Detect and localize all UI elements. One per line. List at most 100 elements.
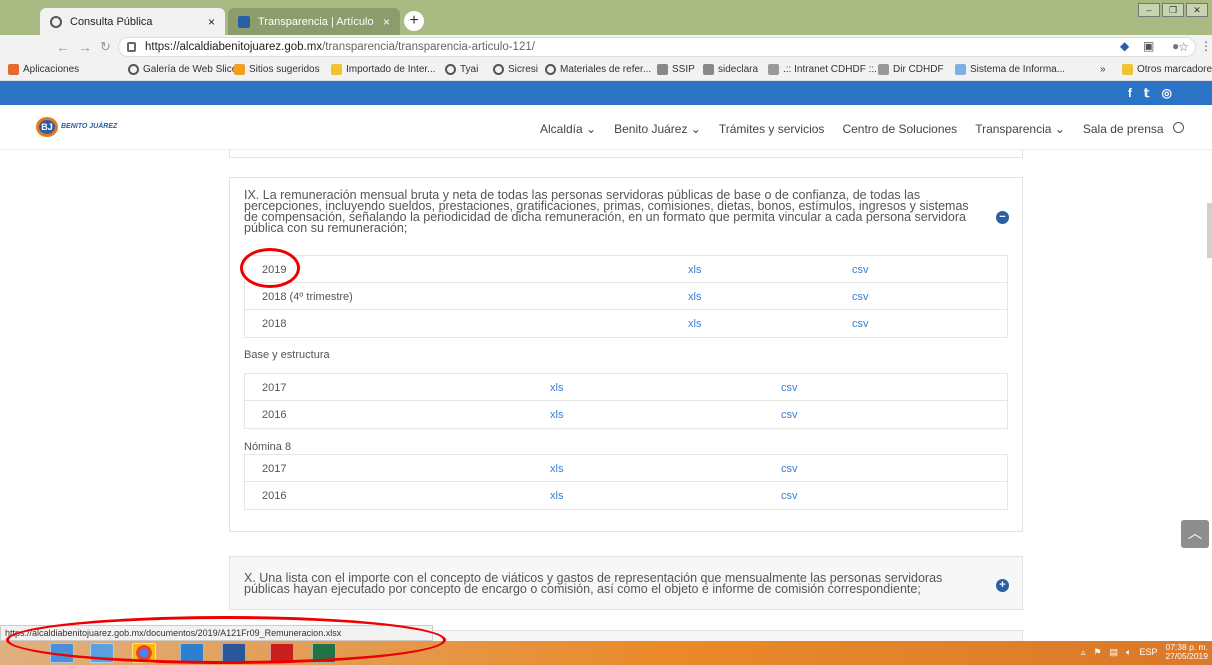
clock[interactable]: 07:38 p. m. 27/05/2019	[1165, 643, 1208, 661]
search-icon[interactable]	[1173, 122, 1184, 133]
bookmark-item[interactable]: SSIP	[657, 64, 695, 75]
maximize-button[interactable]: ❐	[1162, 3, 1184, 17]
section-ix-panel: IX. La remuneración mensual bruta y neta…	[229, 177, 1023, 532]
row-label: 2018	[262, 318, 287, 330]
xls-link[interactable]: xls	[688, 318, 701, 330]
table-row: 2019 xls csv	[245, 256, 1007, 283]
url-text[interactable]: https://alcaldiabenitojuarez.gob.mx/tran…	[145, 41, 535, 53]
close-window-button[interactable]: ✕	[1186, 3, 1208, 17]
csv-link[interactable]: csv	[781, 490, 798, 502]
table-row: 2018 xls csv	[245, 310, 1007, 337]
address-bar[interactable]: https://alcaldiabenitojuarez.gob.mx/tran…	[118, 37, 1196, 57]
csv-link[interactable]: csv	[781, 463, 798, 475]
scroll-to-top-button[interactable]: ︿	[1181, 520, 1209, 548]
menu-alcaldia[interactable]: Alcaldía ⌄	[540, 122, 596, 136]
bookmark-item[interactable]: Sicresi	[493, 64, 538, 75]
profile-icon[interactable]: ●	[1172, 39, 1179, 53]
main-menu: Alcaldía ⌄ Benito Juárez ⌄ Trámites y se…	[540, 122, 1164, 136]
language-indicator[interactable]: ESP	[1139, 647, 1157, 657]
csv-link[interactable]: csv	[781, 382, 798, 394]
menu-centro-soluciones[interactable]: Centro de Soluciones	[842, 122, 957, 136]
window-controls: – ❐ ✕	[1138, 3, 1208, 17]
csv-link[interactable]: csv	[852, 291, 869, 303]
extension-icon[interactable]: ▣	[1143, 39, 1154, 53]
xls-link[interactable]: xls	[688, 264, 701, 276]
star-icon[interactable]: ☆	[1178, 40, 1189, 54]
site-logo[interactable]: BJ BENITO JUÁREZ	[36, 117, 117, 137]
bookmark-icon	[234, 64, 245, 75]
tab-transparencia[interactable]: Transparencia | Artículo 121 | Alc ×	[228, 8, 400, 35]
close-tab-icon[interactable]: ×	[208, 15, 215, 29]
row-label: 2018 (4º trimestre)	[262, 291, 353, 303]
flag-icon[interactable]: ⚑	[1093, 647, 1101, 658]
table-remuneracion: 2019 xls csv 2018 (4º trimestre) xls csv…	[244, 255, 1008, 338]
bookmark-item[interactable]: Galería de Web Slice	[128, 64, 237, 75]
table-nomina-8: 2017 xls csv 2016 xls csv	[244, 454, 1008, 510]
folder-icon	[331, 64, 342, 75]
bookmark-item[interactable]: Dir CDHDF	[878, 64, 944, 75]
menu-transparencia[interactable]: Transparencia ⌄	[975, 122, 1065, 136]
bookmark-item[interactable]: Tyai	[445, 64, 478, 75]
bookmark-apps[interactable]: Aplicaciones	[8, 64, 79, 75]
scrollbar-thumb[interactable]	[1207, 203, 1212, 258]
row-label: 2016	[262, 490, 287, 502]
bookmark-item[interactable]: Sitios sugeridos	[234, 64, 320, 75]
back-icon[interactable]: ←	[56, 39, 70, 55]
menu-tramites[interactable]: Trámites y servicios	[719, 122, 825, 136]
csv-link[interactable]: csv	[852, 264, 869, 276]
extension-icon[interactable]: ◆	[1120, 39, 1129, 53]
tab-consulta-publica[interactable]: Consulta Pública ×	[40, 8, 225, 35]
bookmark-item[interactable]: Importado de Inter...	[331, 64, 436, 75]
bookmark-item[interactable]: sideclara	[703, 64, 758, 75]
csv-link[interactable]: csv	[852, 318, 869, 330]
forward-icon[interactable]: →	[78, 39, 92, 55]
section-ix-title[interactable]: IX. La remuneración mensual bruta y neta…	[244, 189, 974, 235]
menu-icon[interactable]: ⋮	[1200, 39, 1212, 53]
twitter-icon[interactable]: 𝕥	[1144, 86, 1150, 100]
menu-benito-juarez[interactable]: Benito Juárez ⌄	[614, 122, 701, 136]
globe-icon	[50, 15, 62, 28]
menu-sala-prensa[interactable]: Sala de prensa	[1083, 122, 1164, 136]
new-tab-button[interactable]: +	[404, 11, 424, 31]
expand-icon[interactable]: +	[996, 579, 1009, 592]
reload-icon[interactable]: ↻	[100, 39, 111, 55]
close-tab-icon[interactable]: ×	[383, 15, 390, 29]
bookmark-item[interactable]: Sistema de Informa...	[955, 64, 1065, 75]
xls-link[interactable]: xls	[550, 382, 563, 394]
collapse-icon[interactable]: −	[996, 211, 1009, 224]
globe-icon	[128, 64, 139, 75]
table-row: 2017 xls csv	[245, 374, 1007, 401]
bookmark-other[interactable]: Otros marcadores	[1122, 64, 1212, 75]
globe-icon	[545, 64, 556, 75]
row-label: 2017	[262, 463, 287, 475]
table-row: 2018 (4º trimestre) xls csv	[245, 283, 1007, 310]
page-icon	[703, 64, 714, 75]
bookmarks-bar: Aplicaciones Galería de Web Slice Sitios…	[0, 59, 1212, 81]
minimize-button[interactable]: –	[1138, 3, 1160, 17]
group-label: Base y estructura	[244, 349, 330, 361]
table-row: 2016 xls csv	[245, 401, 1007, 428]
bookmark-item[interactable]: .:: Intranet CDHDF ::.	[768, 64, 877, 75]
section-x-title[interactable]: X. Una lista con el importe con el conce…	[244, 572, 974, 596]
facebook-icon[interactable]: f	[1128, 86, 1132, 100]
instagram-icon[interactable]: ◎	[1162, 86, 1172, 100]
address-toolbar: ← → ↻ https://alcaldiabenitojuarez.gob.m…	[0, 35, 1212, 59]
site-header: BJ BENITO JUÁREZ Alcaldía ⌄ Benito Juáre…	[0, 105, 1212, 150]
social-links: f 𝕥 ◎	[1128, 86, 1172, 100]
volume-icon[interactable]: 🔈︎	[1126, 647, 1131, 658]
logo-text: BENITO JUÁREZ	[61, 123, 118, 130]
network-icon[interactable]: ▤	[1110, 647, 1119, 658]
section-x-panel: X. Una lista con el importe con el conce…	[229, 556, 1023, 610]
tab-title: Consulta Pública	[70, 15, 153, 28]
xls-link[interactable]: xls	[550, 463, 563, 475]
bookmark-item[interactable]: Materiales de refer...	[545, 64, 651, 75]
bookmarks-overflow[interactable]: »	[1100, 64, 1106, 75]
xls-link[interactable]: xls	[688, 291, 701, 303]
xls-link[interactable]: xls	[550, 490, 563, 502]
row-label: 2017	[262, 382, 287, 394]
page-icon	[768, 64, 779, 75]
csv-link[interactable]: csv	[781, 409, 798, 421]
xls-link[interactable]: xls	[550, 409, 563, 421]
group-label: Nómina 8	[244, 441, 292, 453]
tray-arrow-icon[interactable]: ▵	[1081, 647, 1086, 658]
